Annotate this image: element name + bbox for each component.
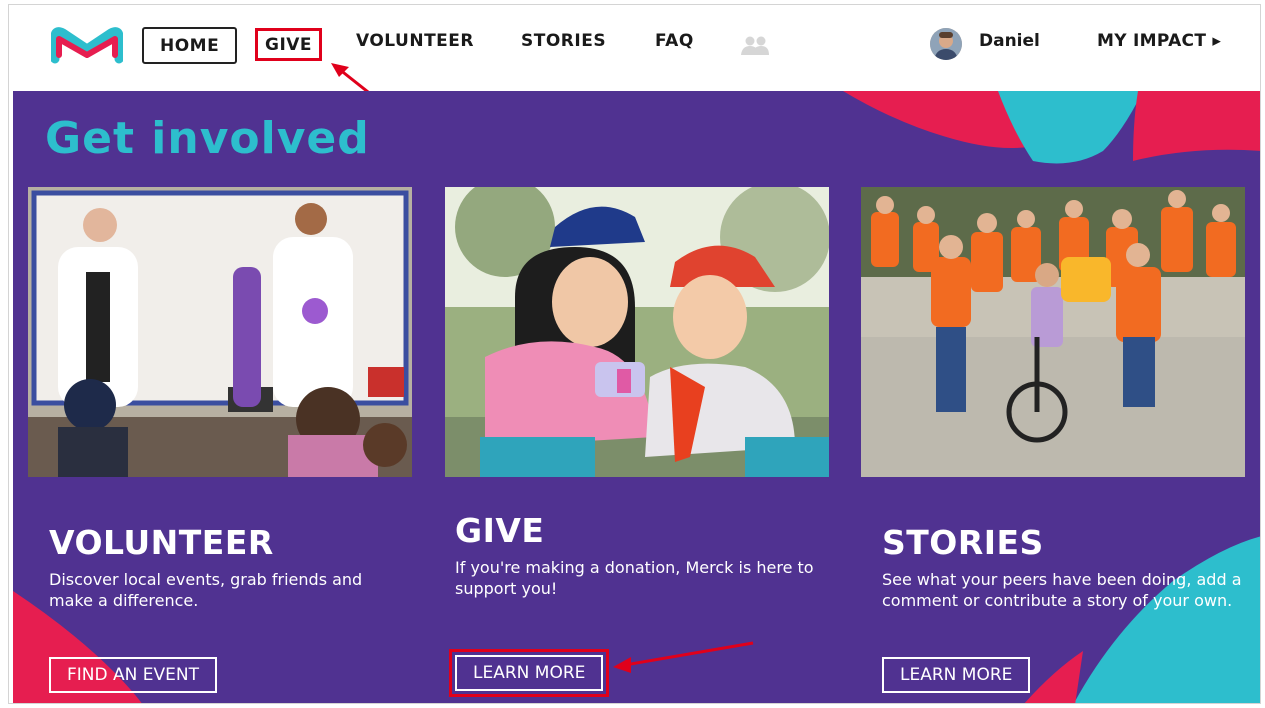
nav-my-impact[interactable]: MY IMPACT ▸ bbox=[1097, 31, 1221, 51]
nav-faq[interactable]: FAQ bbox=[655, 31, 694, 51]
nav-home[interactable]: HOME bbox=[142, 27, 238, 64]
card-text-give: If you're making a donation, Merck is he… bbox=[455, 558, 814, 598]
people-icon[interactable] bbox=[740, 35, 770, 57]
top-navigation: HOME GIVE VOLUNTEER STORIES FAQ Daniel M… bbox=[9, 5, 1260, 109]
nav-volunteer[interactable]: VOLUNTEER bbox=[356, 31, 474, 51]
volunteer-image bbox=[28, 187, 412, 477]
avatar[interactable] bbox=[930, 28, 962, 60]
card-text-volunteer: Discover local events, grab friends and … bbox=[49, 570, 363, 610]
hero-heading: Get involved bbox=[45, 113, 370, 164]
annotation-arrow-learn-more bbox=[613, 641, 754, 673]
browser-frame: HOME GIVE VOLUNTEER STORIES FAQ Daniel M… bbox=[8, 4, 1261, 704]
nav-stories[interactable]: STORIES bbox=[521, 31, 606, 51]
nav-give[interactable]: GIVE bbox=[255, 28, 323, 61]
merck-logo[interactable] bbox=[51, 25, 123, 65]
stories-image bbox=[861, 187, 1245, 477]
user-name[interactable]: Daniel bbox=[979, 31, 1040, 51]
give-image bbox=[445, 187, 829, 477]
card-title-stories: STORIES bbox=[882, 523, 1044, 562]
get-involved-section: Get involved VOLUNTEER Discover local ev… bbox=[13, 91, 1260, 703]
stories-learn-more-button[interactable]: LEARN MORE bbox=[882, 657, 1031, 693]
card-title-volunteer: VOLUNTEER bbox=[49, 523, 274, 562]
card-title-give: GIVE bbox=[455, 511, 545, 550]
card-text-stories: See what your peers have been doing, add… bbox=[882, 570, 1242, 610]
give-learn-more-button[interactable]: LEARN MORE bbox=[455, 655, 604, 691]
find-event-button[interactable]: FIND AN EVENT bbox=[49, 657, 217, 693]
